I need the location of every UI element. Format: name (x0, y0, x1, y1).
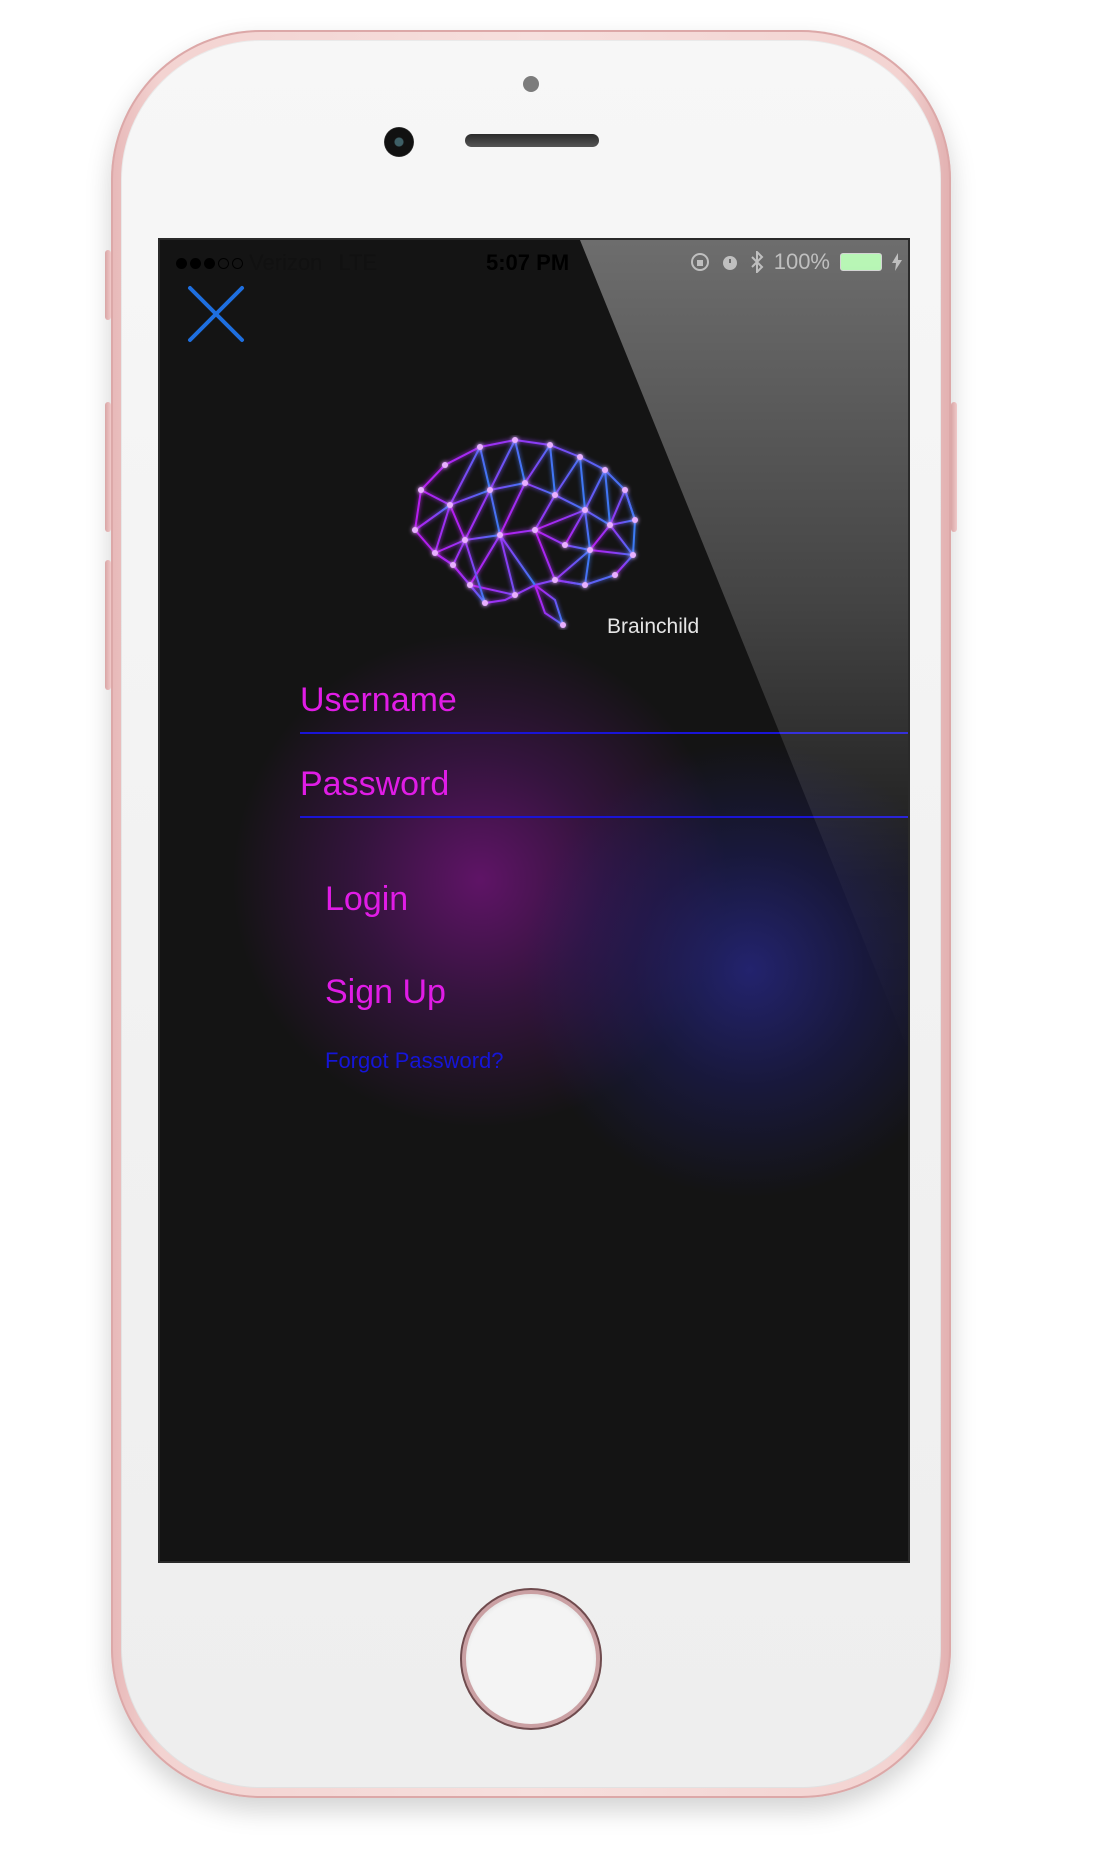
brain-network-icon (412, 437, 638, 628)
status-right: 100% (690, 249, 902, 275)
login-button[interactable]: Login (325, 880, 408, 919)
stage: Verizon LTE 5:07 PM 100% Brainchild User… (0, 0, 1100, 1850)
earpiece-speaker (465, 134, 599, 147)
proximity-sensor (523, 76, 539, 92)
volume-down-button (105, 560, 111, 690)
mute-switch (105, 250, 111, 320)
battery-percent: 100% (773, 249, 830, 274)
password-field-container (300, 756, 908, 818)
power-button (951, 402, 957, 532)
front-camera (384, 127, 414, 157)
battery-icon (840, 253, 882, 271)
signal-strength-icon (176, 257, 243, 269)
network-type: LTE (338, 250, 378, 275)
close-icon[interactable] (186, 284, 246, 344)
username-input[interactable] (300, 681, 908, 720)
volume-up-button (105, 402, 111, 532)
carrier-name: Verizon (249, 250, 323, 275)
username-field-container (300, 672, 908, 734)
home-button[interactable] (466, 1594, 596, 1724)
charging-icon (892, 253, 902, 271)
password-input[interactable] (300, 765, 908, 804)
status-left: Verizon LTE (176, 250, 377, 276)
status-bar: Verizon LTE 5:07 PM 100% (160, 240, 908, 282)
sign-up-button[interactable]: Sign Up (325, 973, 446, 1012)
status-time: 5:07 PM (486, 250, 570, 275)
brand-name: Brainchild (607, 615, 700, 638)
bluetooth-icon (751, 251, 764, 273)
rotation-lock-icon (690, 253, 709, 271)
forgot-password-link[interactable]: Forgot Password? (325, 1048, 504, 1074)
phone-screen: Verizon LTE 5:07 PM 100% Brainchild User… (158, 238, 910, 1563)
alarm-icon (722, 256, 737, 270)
